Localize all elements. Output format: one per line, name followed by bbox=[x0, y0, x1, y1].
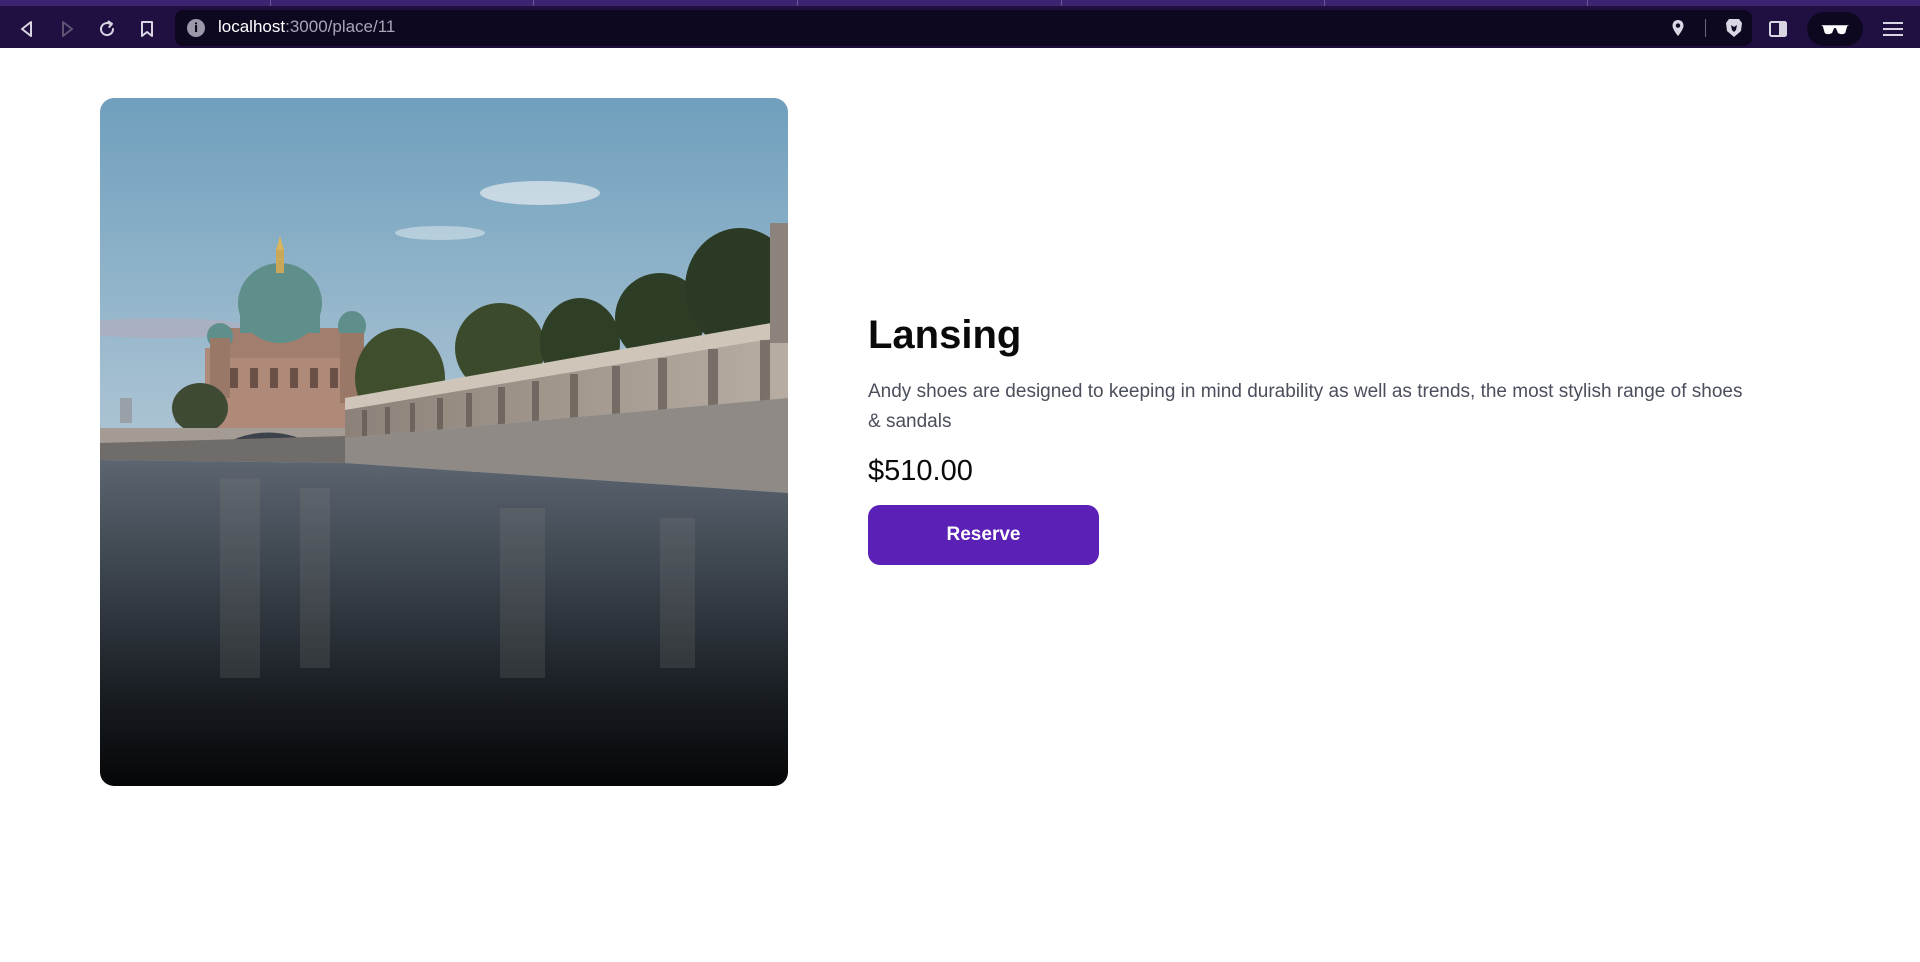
forward-button[interactable] bbox=[52, 14, 82, 44]
browser-toolbar: i localhost:3000/place/11 bbox=[0, 0, 1920, 48]
place-image bbox=[100, 98, 788, 786]
cathedral-river-photo bbox=[100, 98, 788, 786]
hamburger-menu-icon[interactable] bbox=[1880, 18, 1906, 40]
glasses-icon bbox=[1820, 25, 1850, 35]
forward-arrow-icon bbox=[62, 21, 73, 37]
tab-strip bbox=[0, 0, 1920, 6]
place-description: Andy shoes are designed to keeping in mi… bbox=[868, 381, 1743, 432]
brave-lion-icon[interactable] bbox=[1722, 16, 1746, 40]
sidebar-toggle-icon[interactable] bbox=[1767, 18, 1789, 40]
place-price: $510.00 bbox=[868, 455, 973, 487]
back-button[interactable] bbox=[12, 14, 42, 44]
place-details: Lansing Andy shoes are designed to keepi… bbox=[868, 305, 1748, 565]
reload-icon bbox=[100, 20, 115, 37]
reload-button[interactable] bbox=[92, 14, 122, 44]
bookmark-button[interactable] bbox=[132, 14, 162, 44]
info-icon[interactable]: i bbox=[187, 19, 205, 37]
url-path: :3000/place/11 bbox=[285, 17, 396, 36]
location-pin-icon[interactable] bbox=[1668, 18, 1688, 38]
private-window-button[interactable] bbox=[1807, 12, 1863, 46]
back-arrow-icon bbox=[21, 21, 32, 37]
url-text[interactable]: localhost:3000/place/11 bbox=[218, 17, 395, 37]
bookmark-icon bbox=[141, 21, 153, 37]
url-separator bbox=[1705, 19, 1706, 37]
address-bar[interactable]: i localhost:3000/place/11 bbox=[175, 10, 1752, 46]
url-host: localhost bbox=[218, 17, 286, 36]
reserve-button[interactable]: Reserve bbox=[868, 505, 1099, 565]
place-title: Lansing bbox=[868, 313, 1022, 357]
